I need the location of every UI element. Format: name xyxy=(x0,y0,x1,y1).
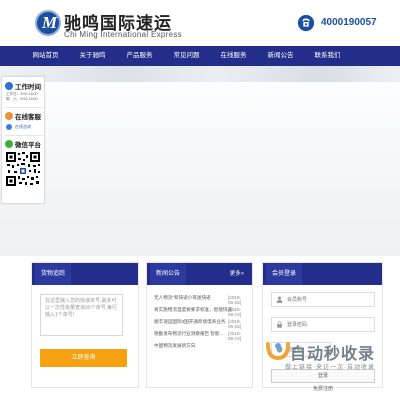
qq-consult-label: 在线咨询 xyxy=(15,124,31,129)
hero-banner xyxy=(0,66,400,256)
news-item-title: 顺丰速运国际3国开通跨境电商业务 xyxy=(154,319,226,324)
floating-service-widget: 工作时间 工作日：9:00-18:00 周 六：9:00-18:00 在线客服 … xyxy=(1,76,45,204)
headset-icon xyxy=(5,112,13,120)
divider xyxy=(5,135,43,136)
company-logo-icon[interactable]: M xyxy=(35,10,61,36)
divider xyxy=(5,107,43,108)
clock-icon xyxy=(5,82,13,90)
news-item-date: [2018-06-15] xyxy=(228,295,242,305)
work-time-heading: 工作时间 xyxy=(5,81,41,91)
brand-name-en: Chi Ming International Express xyxy=(64,30,182,39)
work-time-saturday: 周 六：9:00-18:00 xyxy=(6,97,38,101)
user-icon xyxy=(276,296,283,303)
register-link[interactable]: 免费注册 xyxy=(271,385,375,392)
news-panel: 新闻公告 更多> 无人物流”和快递小哥送快递 [2018-06-15] 将实施物… xyxy=(146,262,253,388)
watermark-subtitle: 做上链接·来访一次·自动收录 xyxy=(285,365,375,371)
nav-item-news[interactable]: 新闻公告 xyxy=(257,46,304,66)
online-service-heading: 在线客服 xyxy=(5,111,41,121)
nav-item-home[interactable]: 网站首页 xyxy=(22,46,69,66)
password-input[interactable] xyxy=(287,320,371,330)
wechat-heading: 微信平台 xyxy=(5,139,41,149)
username-field[interactable] xyxy=(271,292,375,307)
tracking-panel-title: 货物追踪 xyxy=(35,263,72,285)
member-panel-title: 会员登录 xyxy=(266,263,303,285)
logo-letter: M xyxy=(42,13,58,32)
nav-item-about[interactable]: 关于驰鸣 xyxy=(69,46,116,66)
news-item-title: 中国物流发展新方向 xyxy=(154,343,196,348)
news-item-date: [2018-06-15] xyxy=(228,307,242,317)
news-item-title: 无人物流”和快递小哥送快递 xyxy=(154,295,211,300)
news-item-title: 德勤发布物流行业洞察报告 智能... xyxy=(154,331,224,336)
query-button[interactable]: 立即查询 xyxy=(40,349,127,367)
banner-image-strip xyxy=(0,66,400,82)
nav-item-online-service[interactable]: 在线服务 xyxy=(210,46,257,66)
news-panel-title: 新闻公告 xyxy=(150,263,187,285)
nav-item-contact[interactable]: 联系我们 xyxy=(304,46,351,66)
watermark-logo-icon xyxy=(266,342,290,360)
username-input[interactable] xyxy=(287,295,371,305)
site-header: M 驰鸣国际速运 Chi Ming International Express … xyxy=(0,0,400,46)
news-panel-header: 新闻公告 更多> xyxy=(147,263,252,285)
online-service-title: 在线客服 xyxy=(15,114,41,121)
password-field[interactable] xyxy=(271,317,375,332)
hotline-number: 4000190057 xyxy=(321,17,377,28)
watermark-overlay: 自动秒收录 做上链接·来访一次·自动收录 xyxy=(262,338,398,378)
nav-item-faq[interactable]: 常见问题 xyxy=(163,46,210,66)
work-time-title: 工作时间 xyxy=(15,84,41,91)
tracking-panel-header: 货物追踪 xyxy=(32,263,138,285)
main-nav: 网站首页 关于驰鸣 产品服务 常见问题 在线服务 新闻公告 联系我们 xyxy=(0,46,400,66)
qq-consult-link[interactable]: 在线咨询 xyxy=(6,124,31,130)
tracking-panel: 货物追踪 在这里输入您的快递单号,最多可以一次性批量查询30个单号,每行输入1个… xyxy=(31,262,139,388)
wechat-title: 微信平台 xyxy=(15,142,41,149)
lock-icon xyxy=(277,321,282,328)
member-panel-header: 会员登录 xyxy=(263,263,382,285)
wechat-qr-code xyxy=(5,151,41,187)
wechat-icon xyxy=(5,140,13,148)
watermark-title: 自动秒收录 xyxy=(290,344,376,363)
nav-item-products[interactable]: 产品服务 xyxy=(116,46,163,66)
news-item-date: [2018-06-15] xyxy=(228,331,242,341)
qq-icon xyxy=(6,124,12,130)
news-item-title: 将实施物流温度要要求标准，智能快递... xyxy=(154,307,236,312)
news-more-link[interactable]: 更多> xyxy=(230,263,244,285)
news-item-date: [2018-06-15] xyxy=(228,319,242,329)
phone-icon xyxy=(297,14,315,32)
tracking-number-textarea[interactable]: 在这里输入您的快递单号,最多可以一次性批量查询30个单号,每行输入1个单号! xyxy=(40,294,123,336)
